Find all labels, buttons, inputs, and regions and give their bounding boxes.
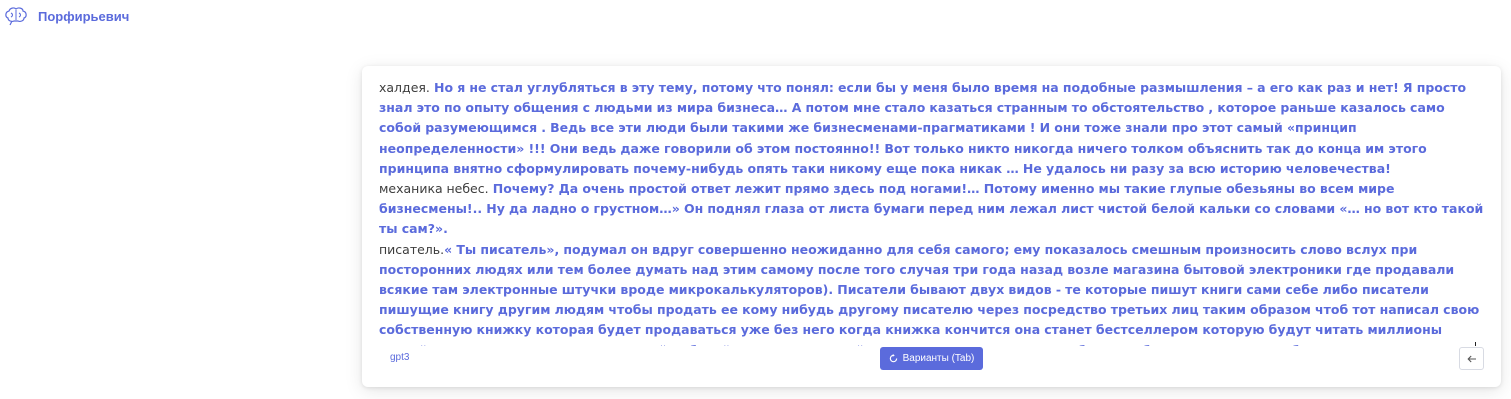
text-caret [1475, 341, 1477, 346]
brain-icon [5, 7, 27, 26]
prompt-text: механика небес. [379, 181, 489, 197]
model-label: gpt3 [390, 352, 410, 363]
generated-text: Но я не стал углубляться в эту тему, пот… [379, 80, 1467, 176]
generated-text: Почему? Да очень простой ответ лежит пря… [379, 181, 1484, 237]
refresh-icon [889, 354, 897, 363]
brand[interactable]: Порфирьевич [4, 6, 129, 26]
brand-name: Порфирьевич [38, 8, 130, 24]
arrow-left-icon [1466, 355, 1476, 362]
variants-button[interactable]: Варианты (Tab) [880, 347, 983, 370]
prompt-text: писатель. [379, 241, 445, 257]
text-editor[interactable]: халдея. Но я не стал углубляться в эту т… [379, 78, 1487, 346]
paragraph-1: халдея. Но я не стал углубляться в эту т… [379, 78, 1487, 179]
editor-card: халдея. Но я не стал углубляться в эту т… [362, 66, 1501, 387]
paragraph-2: механика небес. Почему? Да очень простой… [379, 179, 1487, 240]
generated-text: « Ты писатель», подумал он вдруг соверше… [379, 241, 1480, 346]
paragraph-3: писатель.« Ты писатель», подумал он вдру… [379, 240, 1487, 346]
variants-label: Варианты (Tab) [902, 353, 975, 364]
prompt-text: халдея. [379, 80, 430, 95]
back-button[interactable] [1459, 347, 1484, 370]
